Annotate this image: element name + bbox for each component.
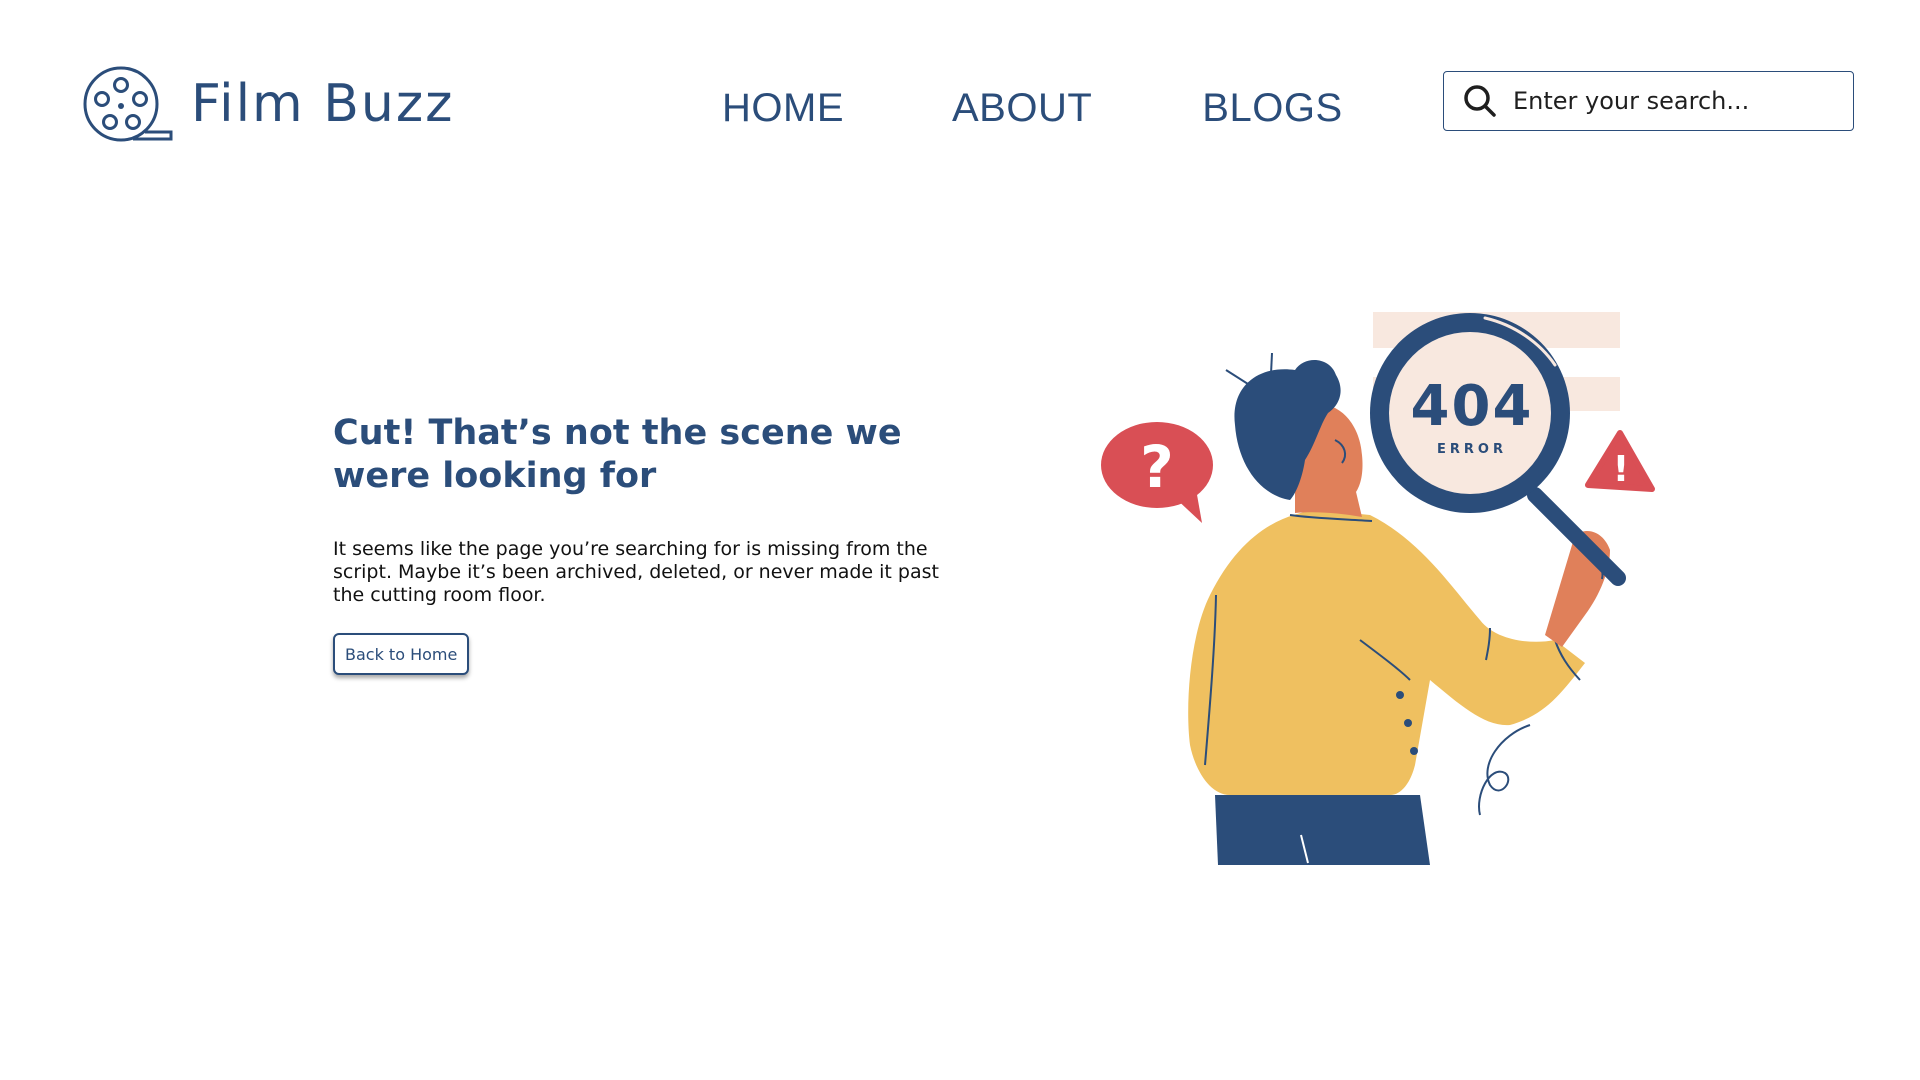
motion-dash-1 xyxy=(1225,369,1249,385)
back-to-home-button[interactable]: Back to Home xyxy=(333,633,470,675)
main-nav: HOME ABOUT BLOGS xyxy=(722,84,1343,132)
pants xyxy=(1215,795,1430,865)
error-code: 404 xyxy=(1411,374,1534,439)
error-code-label: ERROR xyxy=(1437,442,1507,457)
search-box[interactable] xyxy=(1443,71,1854,131)
error-message: It seems like the page you’re searching … xyxy=(333,538,939,606)
error-illustration: ? ! 404 ERROR xyxy=(1090,295,1660,865)
question-mark: ? xyxy=(1140,433,1174,501)
nav-about-link[interactable]: ABOUT xyxy=(952,84,1092,132)
search-icon[interactable] xyxy=(1462,83,1498,119)
person-with-magnifier-illustration: ? ! 404 ERROR xyxy=(1101,312,1655,865)
warning-triangle-icon: ! xyxy=(1585,430,1655,492)
alert-mark: ! xyxy=(1613,449,1629,490)
brand-name: Film Buzz xyxy=(191,74,455,134)
search-input[interactable] xyxy=(1513,87,1843,115)
sweater xyxy=(1188,510,1585,795)
magnifier-icon: 404 ERROR xyxy=(1370,313,1570,513)
error-content: Cut! That’s not the scene we were lookin… xyxy=(333,412,973,675)
nav-home-link[interactable]: HOME xyxy=(722,84,844,132)
page: Film Buzz HOME ABOUT BLOGS Cut! That’s n… xyxy=(0,0,1920,1080)
brand-logo[interactable]: Film Buzz xyxy=(83,66,454,142)
film-reel-icon xyxy=(83,66,173,142)
question-bubble-icon: ? xyxy=(1101,422,1213,523)
nav-blogs-link[interactable]: BLOGS xyxy=(1202,84,1342,132)
page-title: Cut! That’s not the scene we were lookin… xyxy=(333,413,902,496)
doodle-curl xyxy=(1478,724,1531,816)
